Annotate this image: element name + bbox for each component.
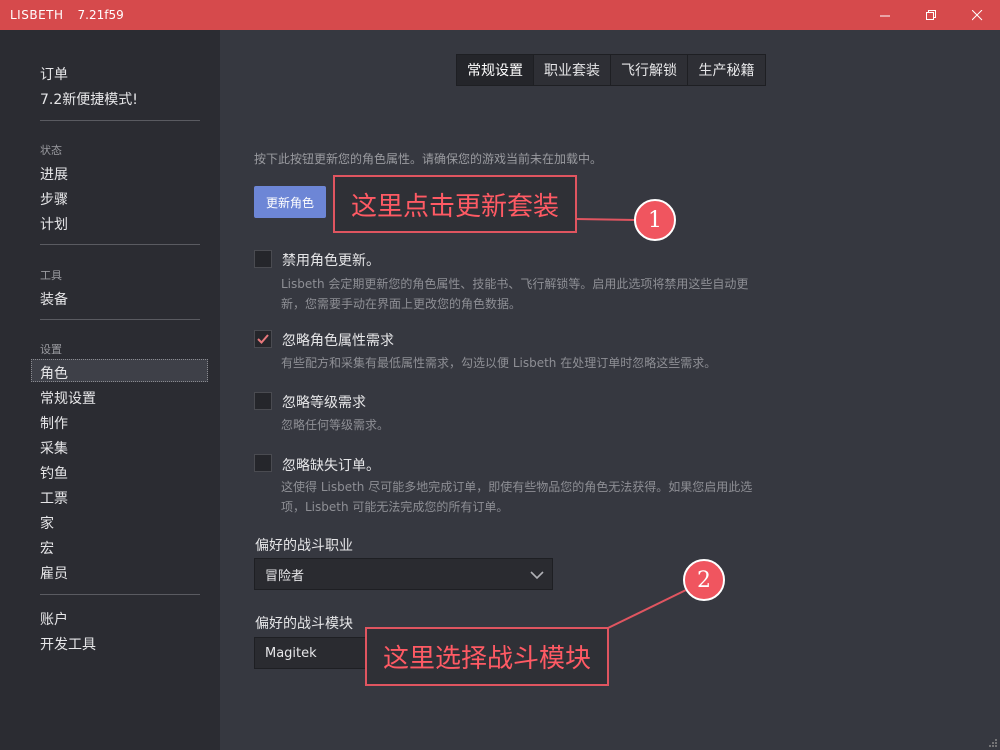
- annotation-badge-2: 2: [683, 559, 725, 601]
- annotation-badge-1: 1: [634, 199, 676, 241]
- resize-grip-icon[interactable]: [988, 738, 998, 748]
- annotation-callout-update: 这里点击更新套装: [333, 175, 577, 233]
- annotation-callout-module: 这里选择战斗模块: [365, 627, 609, 686]
